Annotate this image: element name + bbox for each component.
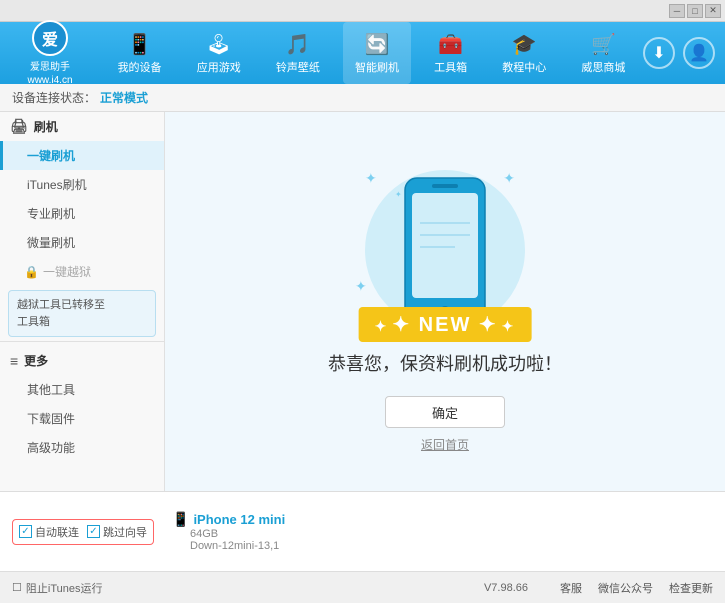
- my-device-icon: 📱: [127, 32, 152, 57]
- logo-icon: 爱: [32, 20, 68, 56]
- logo[interactable]: 爱 爱思助手 www.i4.cn: [10, 20, 90, 86]
- lock-icon: 🔒: [24, 265, 39, 279]
- footer-version: V7.98.66: [484, 582, 528, 594]
- flash-section-label: 刷机: [34, 118, 58, 135]
- nav-tutorials-label: 教程中心: [502, 59, 546, 75]
- minimize-btn[interactable]: ─: [669, 4, 685, 18]
- sidebar-item-itunes[interactable]: iTunes刷机: [0, 170, 164, 199]
- stop-itunes-label: 阻止iTunes运行: [26, 580, 103, 596]
- footer-wechat[interactable]: 微信公众号: [598, 580, 653, 596]
- auto-connect-label: 自动联连: [35, 524, 79, 540]
- device-name-text: iPhone 12 mini: [193, 512, 285, 527]
- nav-bar: 📱 我的设备 🕹 应用游戏 🎵 铃声壁纸 🔄 智能刷机 🧰 工具箱 🎓 教程中心…: [100, 22, 643, 84]
- app-games-icon: 🕹: [206, 32, 231, 57]
- maximize-btn[interactable]: □: [687, 4, 703, 18]
- download-btn[interactable]: ⬇: [643, 37, 675, 69]
- success-message: 恭喜您，保资料刷机成功啦！: [328, 350, 562, 376]
- nav-app-games[interactable]: 🕹 应用游戏: [185, 22, 253, 84]
- nav-ringtones-label: 铃声壁纸: [276, 59, 320, 75]
- stop-itunes[interactable]: ☐ 阻止iTunes运行: [12, 580, 102, 596]
- nav-my-device-label: 我的设备: [118, 59, 162, 75]
- header-right: ⬇ 👤: [643, 37, 715, 69]
- title-bar: ─ □ ✕: [0, 0, 725, 22]
- footer-customer-service[interactable]: 客服: [560, 580, 582, 596]
- sparkle-3: ✦: [355, 278, 367, 295]
- device-info: 📱 iPhone 12 mini 64GB Down-12mini-13,1: [172, 511, 285, 552]
- nav-smart-flash-label: 智能刷机: [355, 59, 399, 75]
- nav-my-device[interactable]: 📱 我的设备: [106, 22, 174, 84]
- weisi-mall-icon: 🛒: [591, 32, 616, 57]
- sidebar-divider: [0, 341, 164, 342]
- header: 爱 爱思助手 www.i4.cn 📱 我的设备 🕹 应用游戏 🎵 铃声壁纸 🔄 …: [0, 22, 725, 84]
- phone-svg: [400, 173, 490, 328]
- sidebar-info-box: 越狱工具已转移至 工具箱: [8, 290, 156, 337]
- sidebar-section-flash: 🖨 刷机: [0, 112, 164, 141]
- device-phone-icon: 📱: [172, 511, 189, 528]
- device-name: 📱 iPhone 12 mini: [172, 511, 285, 528]
- nav-app-games-label: 应用游戏: [197, 59, 241, 75]
- device-bar: ✓ 自动联连 ✓ 跳过向导 📱 iPhone 12 mini 64GB Down…: [0, 491, 725, 571]
- device-checkboxes: ✓ 自动联连 ✓ 跳过向导: [12, 519, 154, 545]
- logo-line1: 爱思助手: [30, 58, 70, 73]
- nav-smart-flash[interactable]: 🔄 智能刷机: [343, 22, 411, 84]
- sidebar-item-pro[interactable]: 专业刷机: [0, 199, 164, 228]
- skip-wizard-checkbox[interactable]: ✓ 跳过向导: [87, 524, 147, 540]
- sidebar-item-onekey[interactable]: 一键刷机: [0, 141, 164, 170]
- user-btn[interactable]: 👤: [683, 37, 715, 69]
- device-version: Down-12mini-13,1: [190, 540, 285, 552]
- logo-line2: www.i4.cn: [27, 75, 72, 86]
- sidebar-item-other-tools[interactable]: 其他工具: [0, 375, 164, 404]
- nav-toolbox[interactable]: 🧰 工具箱: [422, 22, 479, 84]
- nav-tutorials[interactable]: 🎓 教程中心: [490, 22, 558, 84]
- smart-flash-icon: 🔄: [365, 32, 390, 57]
- nav-weisi-mall-label: 威思商城: [581, 59, 625, 75]
- close-btn[interactable]: ✕: [705, 4, 721, 18]
- sidebar-item-advanced[interactable]: 高级功能: [0, 433, 164, 462]
- info-line2: 工具箱: [17, 314, 147, 331]
- success-illustration: ✦ ✦ ✦ ✦ ✦ NEW ✦: [345, 150, 545, 350]
- sparkle-1: ✦: [365, 170, 377, 187]
- ringtones-icon: 🎵: [285, 32, 310, 57]
- content-area: ✦ ✦ ✦ ✦ ✦ NEW ✦ 恭喜您，保资料刷机成功啦: [165, 112, 725, 491]
- sidebar-item-jailbreak: 🔒 一键越狱: [0, 257, 164, 286]
- footer-check-update[interactable]: 检查更新: [669, 580, 713, 596]
- sidebar-section-more: ≡ 更多: [0, 346, 164, 375]
- device-storage: 64GB: [190, 528, 285, 540]
- auto-connect-checkbox[interactable]: ✓ 自动联连: [19, 524, 79, 540]
- sidebar-item-save[interactable]: 微量刷机: [0, 228, 164, 257]
- tutorials-icon: 🎓: [512, 32, 537, 57]
- stop-itunes-icon: ☐: [12, 581, 22, 594]
- more-section-label: 更多: [24, 352, 48, 369]
- nav-toolbox-label: 工具箱: [434, 59, 467, 75]
- nav-weisi-mall[interactable]: 🛒 威思商城: [569, 22, 637, 84]
- main-area: 🖨 刷机 一键刷机 iTunes刷机 专业刷机 微量刷机 🔒 一键越狱 越狱工具…: [0, 112, 725, 491]
- more-section-icon: ≡: [10, 353, 18, 369]
- auto-connect-check[interactable]: ✓: [19, 525, 32, 538]
- status-label: 设备连接状态：: [12, 89, 96, 106]
- sidebar: 🖨 刷机 一键刷机 iTunes刷机 专业刷机 微量刷机 🔒 一键越狱 越狱工具…: [0, 112, 165, 491]
- status-bar: 设备连接状态： 正常模式: [0, 84, 725, 112]
- skip-wizard-label: 跳过向导: [103, 524, 147, 540]
- back-home-link[interactable]: 返回首页: [421, 436, 469, 453]
- flash-section-icon: 🖨: [10, 118, 28, 135]
- new-badge: ✦ NEW ✦: [359, 307, 532, 342]
- toolbox-icon: 🧰: [438, 32, 463, 57]
- nav-ringtones[interactable]: 🎵 铃声壁纸: [264, 22, 332, 84]
- info-line1: 越狱工具已转移至: [17, 297, 147, 314]
- sparkle-2: ✦: [503, 170, 515, 187]
- skip-wizard-check[interactable]: ✓: [87, 525, 100, 538]
- status-value: 正常模式: [100, 89, 148, 106]
- footer: ☐ 阻止iTunes运行 V7.98.66 客服 微信公众号 检查更新: [0, 571, 725, 603]
- confirm-button[interactable]: 确定: [385, 396, 505, 428]
- sidebar-item-download-fw[interactable]: 下载固件: [0, 404, 164, 433]
